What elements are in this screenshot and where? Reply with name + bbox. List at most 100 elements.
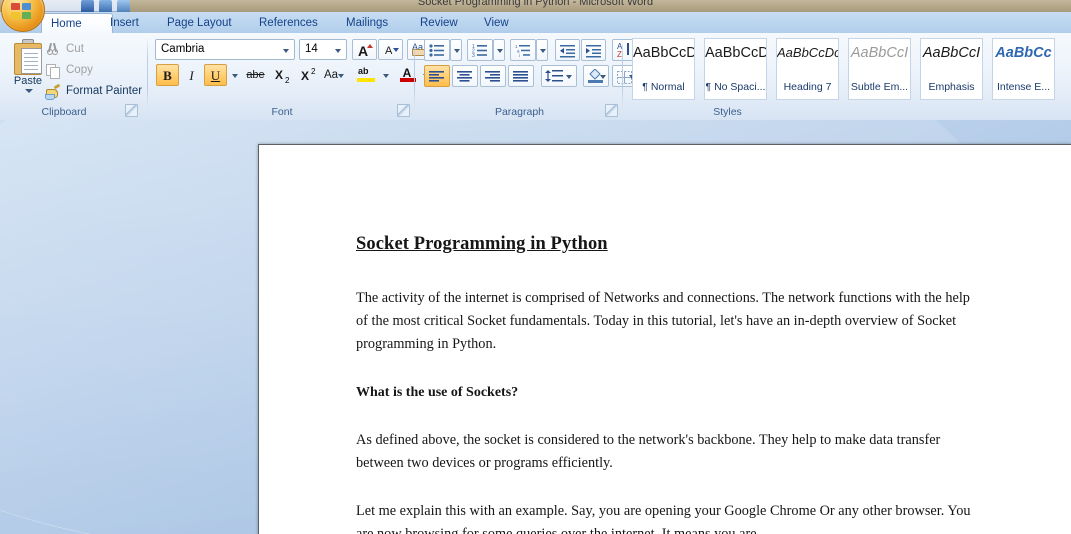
font-size-combo[interactable]: 14 — [299, 39, 347, 60]
tab-mailings[interactable]: Mailings — [337, 12, 397, 33]
align-right-button[interactable] — [480, 65, 506, 87]
underline-label: U — [205, 69, 226, 82]
decrease-indent-button[interactable] — [555, 39, 580, 61]
svg-text:i: i — [519, 53, 520, 58]
style-item-intense-emphasis[interactable]: AaBbCc Intense E... — [992, 38, 1055, 100]
format-painter-label: Format Painter — [66, 81, 142, 101]
underline-dropdown-button[interactable] — [228, 64, 240, 86]
document-body[interactable]: Socket Programming in Python The activit… — [356, 234, 981, 534]
font-group-label: Font — [149, 106, 415, 118]
decrease-indent-icon — [560, 44, 576, 58]
strikethrough-button[interactable]: abe — [243, 64, 268, 86]
text-highlight-button[interactable]: ab — [354, 64, 379, 86]
ribbon: Paste Cut Copy Format Painter Clipboard — [0, 33, 1071, 121]
scissors-icon — [44, 41, 60, 57]
italic-button[interactable]: I — [180, 64, 203, 86]
tab-view[interactable]: View — [475, 12, 518, 33]
ribbon-group-font: Cambria 14 A A Aa B — [149, 33, 415, 120]
bullet-list-button[interactable] — [424, 39, 450, 61]
multilevel-list-dropdown[interactable] — [536, 39, 548, 61]
document-subheading-1: What is the use of Sockets? — [356, 381, 981, 404]
style-name: Intense E... — [993, 81, 1054, 93]
highlight-label: ab — [358, 67, 369, 76]
tab-page-layout[interactable]: Page Layout — [158, 12, 241, 33]
shading-button[interactable] — [583, 65, 609, 87]
numbered-list-dropdown[interactable] — [493, 39, 505, 61]
copy-icon — [44, 62, 60, 78]
increase-indent-button[interactable] — [581, 39, 606, 61]
grow-font-button[interactable]: A — [352, 39, 377, 60]
svg-text:3: 3 — [472, 53, 475, 58]
style-item-no-spacing[interactable]: AaBbCcD ¶ No Spaci... — [704, 38, 767, 100]
up-arrow-icon — [367, 44, 373, 48]
paste-icon — [14, 39, 42, 73]
justify-icon — [513, 71, 529, 83]
shrink-font-button[interactable]: A — [378, 39, 403, 60]
change-case-button[interactable]: Aa — [321, 64, 347, 86]
style-preview: AaBbCc — [993, 45, 1054, 61]
align-right-icon — [485, 71, 501, 83]
subscript-index: 2 — [285, 76, 289, 85]
chevron-down-icon — [454, 49, 460, 53]
superscript-button[interactable]: X 2 — [295, 64, 320, 86]
document-paragraph-1: The activity of the internet is comprise… — [356, 287, 981, 356]
underline-button[interactable]: U — [204, 64, 227, 86]
style-preview: AaBbCcD — [705, 45, 766, 61]
multilevel-list-button[interactable]: 1 a i — [510, 39, 536, 61]
chevron-down-icon[interactable] — [283, 49, 289, 53]
ribbon-tab-strip: Home Insert Page Layout References Maili… — [0, 12, 1071, 34]
chevron-down-icon — [338, 74, 344, 78]
style-item-heading-7[interactable]: AaBbCcDc Heading 7 — [776, 38, 839, 100]
ribbon-group-clipboard: Paste Cut Copy Format Painter Clipboard — [0, 33, 148, 120]
paste-dropdown-arrow[interactable] — [25, 89, 33, 93]
numbering-icon: 1 2 3 — [472, 44, 488, 58]
quick-access-toolbar[interactable] — [36, 0, 126, 12]
window-title: Socket Programming in Python - Microsoft… — [0, 0, 1071, 8]
chevron-down-icon — [566, 75, 572, 79]
subscript-button[interactable]: X 2 — [269, 64, 294, 86]
align-center-button[interactable] — [452, 65, 478, 87]
bold-button[interactable]: B — [156, 64, 179, 86]
clipboard-dialog-launcher[interactable] — [125, 104, 138, 117]
numbered-list-button[interactable]: 1 2 3 — [467, 39, 493, 61]
font-family-combo[interactable]: Cambria — [155, 39, 295, 60]
tab-home-label: Home — [51, 18, 82, 30]
chevron-down-icon — [383, 74, 389, 78]
style-item-emphasis[interactable]: AaBbCcI Emphasis — [920, 38, 983, 100]
highlight-dropdown-button[interactable] — [379, 64, 391, 86]
chevron-down-icon[interactable] — [335, 49, 341, 53]
justify-button[interactable] — [508, 65, 534, 87]
document-paragraph-3: Let me explain this with an example. Say… — [356, 500, 981, 534]
style-name: Subtle Em... — [849, 81, 910, 93]
bullet-list-dropdown[interactable] — [450, 39, 462, 61]
style-item-subtle-emphasis[interactable]: AaBbCcI Subtle Em... — [848, 38, 911, 100]
line-spacing-button[interactable] — [541, 65, 577, 87]
tab-review[interactable]: Review — [411, 12, 467, 33]
italic-label: I — [181, 69, 202, 82]
tab-references[interactable]: References — [250, 12, 327, 33]
chevron-down-icon — [540, 49, 546, 53]
tab-insert[interactable]: Insert — [101, 12, 148, 33]
style-preview: AaBbCcI — [849, 45, 910, 61]
font-dialog-launcher[interactable] — [397, 104, 410, 117]
tab-insert-label: Insert — [110, 17, 139, 29]
chevron-down-icon — [232, 74, 238, 78]
document-page[interactable]: Socket Programming in Python The activit… — [258, 144, 1071, 534]
style-item-normal[interactable]: AaBbCcD ¶ Normal — [632, 38, 695, 100]
superscript-label: X — [301, 70, 309, 82]
style-preview: AaBbCcDc — [777, 45, 838, 60]
line-spacing-icon — [545, 70, 565, 83]
superscript-index: 2 — [311, 67, 315, 76]
word-application-window: Socket Programming in Python - Microsoft… — [0, 0, 1071, 534]
tab-page-layout-label: Page Layout — [167, 17, 232, 29]
office-logo-icon — [11, 3, 33, 21]
multilevel-list-icon: 1 a i — [515, 44, 531, 58]
cut-label: Cut — [66, 39, 84, 59]
change-case-label: Aa — [324, 70, 338, 82]
font-size-value: 14 — [305, 43, 318, 55]
bold-label: B — [157, 69, 178, 82]
down-arrow-icon — [393, 48, 399, 52]
document-paragraph-2: As defined above, the socket is consider… — [356, 429, 981, 475]
style-name: ¶ No Spaci... — [705, 81, 766, 93]
align-left-button[interactable] — [424, 65, 450, 87]
